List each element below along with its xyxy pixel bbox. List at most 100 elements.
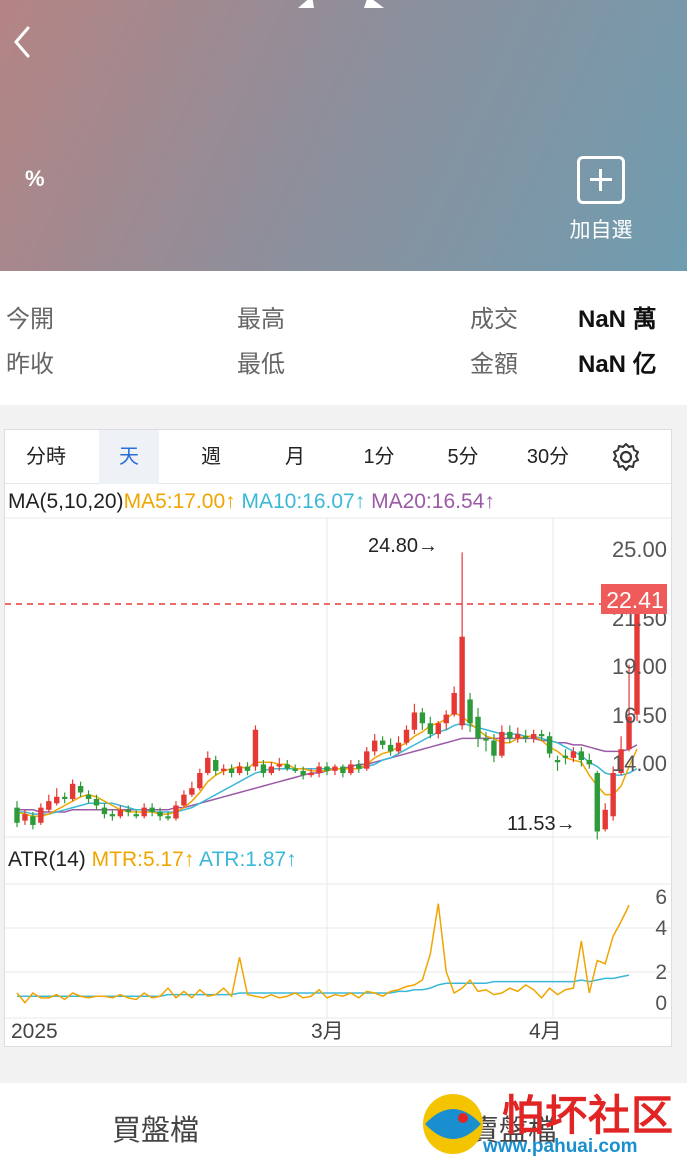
plus-icon [577, 156, 625, 204]
candle-body [507, 731, 513, 739]
candle-body [443, 714, 449, 724]
candle-body [467, 699, 473, 724]
stock-header: % 加自選 [0, 0, 687, 271]
candle-body [93, 798, 100, 806]
x-axis-label: 3月 [311, 1020, 344, 1043]
candle-body [292, 768, 298, 771]
candle-body [578, 751, 585, 761]
watermark-site: www.pahuai.com [483, 1136, 638, 1157]
last-price-value: 22.41 [606, 587, 664, 613]
amount-label: 金額 [470, 351, 518, 378]
mtr-line [16, 903, 630, 1004]
quote-stats: 今開 昨收 最高 最低 成交 金額 NaN 萬 NaN 亿 [0, 271, 687, 405]
candle-body [554, 760, 561, 763]
candle-body [133, 814, 139, 817]
candle-body [157, 811, 163, 817]
price-axis-label: 16.50 [612, 703, 667, 728]
candle-body [54, 796, 60, 804]
candle-body [435, 723, 441, 735]
candle-body [427, 723, 434, 735]
tab-buy-book[interactable]: 買盤檔 [112, 1107, 199, 1149]
candle-body [332, 766, 338, 771]
kline-plot[interactable]: 25.00 21.50 19.00 16.50 14.00 22.41 24.8… [5, 430, 673, 1048]
candle-body [546, 736, 553, 754]
candle-body [141, 807, 147, 817]
candle-body [181, 794, 187, 806]
candle-body [308, 773, 314, 776]
candle-body [594, 773, 600, 832]
atr-axis-label: 2 [655, 961, 667, 984]
change-percent: % [25, 166, 45, 191]
candle-body [260, 764, 267, 774]
atr-axis-label: 0 [655, 992, 667, 1015]
candle-body [117, 809, 124, 817]
candle-body [30, 816, 36, 825]
volume-value: NaN 萬 [578, 306, 657, 333]
price-axis-label: 19.00 [612, 654, 667, 679]
open-label: 今開 [6, 306, 54, 333]
amount-value: NaN 亿 [578, 351, 657, 378]
stock-switch-arrows-icon[interactable] [296, 0, 386, 12]
candle-body [69, 783, 76, 799]
candle-body [602, 809, 608, 830]
add-watchlist-button[interactable]: 加自選 [566, 156, 636, 244]
candle-body [570, 751, 577, 758]
candle-body [316, 766, 322, 774]
atr-axis-label: 4 [655, 917, 667, 940]
candle-body [268, 766, 275, 774]
candle-body [451, 692, 457, 715]
candle-body [562, 755, 569, 758]
x-axis-label: 4月 [529, 1020, 562, 1043]
candle-body [101, 807, 108, 815]
candle-body [173, 805, 179, 819]
candle-body [530, 734, 537, 739]
candle-body [364, 751, 370, 769]
volume-label: 成交 [470, 306, 518, 333]
candle-body [411, 712, 418, 730]
candle-body [284, 764, 290, 769]
candle-body [371, 740, 378, 752]
candle-body [38, 807, 44, 823]
candle-body [205, 757, 211, 774]
candle-body [125, 809, 131, 812]
candle-body [356, 764, 362, 769]
candle-body [197, 773, 203, 789]
candle-body [236, 766, 243, 774]
candle-body [395, 742, 402, 752]
candle-body [61, 796, 68, 799]
kline-chart-card: 分時 天 週 月 1分 5分 30分 MA(5,10,20)MA5:17.00↑… [4, 429, 673, 1048]
candle-body [252, 729, 259, 767]
back-icon[interactable] [8, 22, 36, 62]
atr-axis-label: 6 [655, 886, 667, 909]
low-annotation: 11.53→ [507, 813, 576, 835]
candle-body [85, 794, 92, 799]
candle-body [491, 740, 497, 756]
high-label: 最高 [237, 306, 285, 333]
candle-body [220, 768, 227, 771]
candle-body [538, 734, 545, 737]
x-axis-label: 2025 [11, 1020, 58, 1043]
candle-body [244, 766, 251, 771]
candle-body [149, 807, 155, 812]
price-axis-label: 25.00 [612, 537, 667, 562]
candle-body [379, 740, 386, 745]
candle-body [77, 786, 84, 793]
candle-body [14, 807, 20, 823]
candle-body [459, 636, 465, 726]
candle-body [300, 770, 306, 776]
candle-body [276, 764, 283, 767]
atr-lines [16, 903, 630, 1004]
candle-body [46, 801, 52, 810]
watermark-title: 怕坏社区 [502, 1092, 675, 1139]
candle-body [165, 816, 171, 819]
candle-body [419, 712, 426, 724]
price-axis-label: 14.00 [612, 751, 667, 776]
candle-body [213, 760, 219, 771]
candle-body [189, 788, 195, 795]
candle-body [403, 729, 410, 743]
add-watchlist-label: 加自選 [569, 219, 633, 242]
candle-body [499, 731, 505, 756]
candle-body [22, 814, 28, 821]
candle-body [228, 768, 235, 774]
candle-body [109, 814, 116, 817]
